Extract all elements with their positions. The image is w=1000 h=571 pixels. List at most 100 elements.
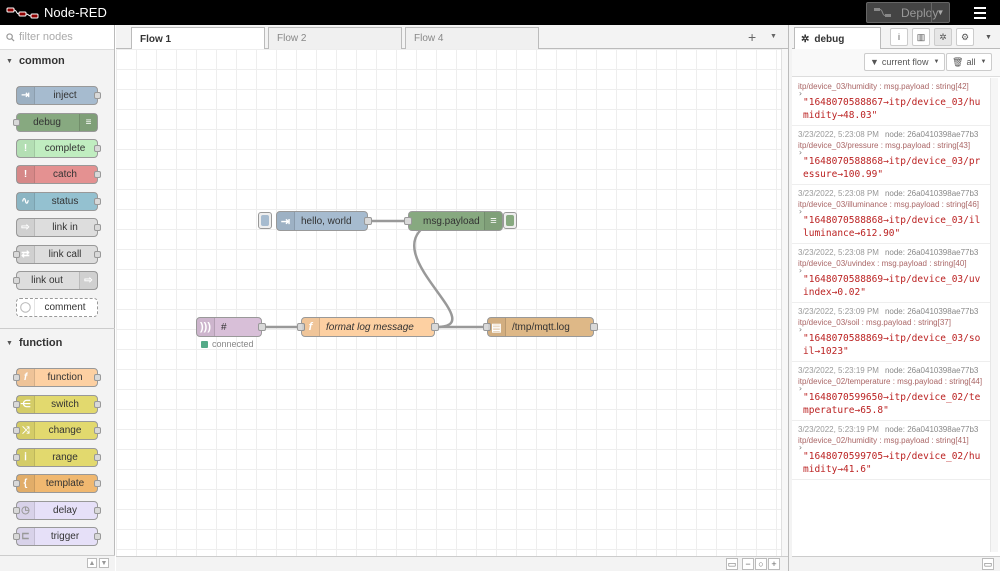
input-port <box>13 119 20 126</box>
input-port[interactable] <box>404 217 412 225</box>
output-port <box>94 454 101 461</box>
arrow-in-icon: ⇥ <box>17 87 35 104</box>
tab-flow-2[interactable]: Flow 2 <box>268 27 402 49</box>
debug-message[interactable]: itp/device_03/humidity : msg.payload : s… <box>792 78 990 126</box>
palette-node-change[interactable]: ⤨ change <box>13 421 101 440</box>
output-port <box>94 401 101 408</box>
input-port <box>13 427 20 434</box>
output-port[interactable] <box>258 323 266 331</box>
zoom-out-icon[interactable]: − <box>742 558 754 570</box>
output-port <box>94 198 101 205</box>
input-port <box>13 401 20 408</box>
palette-node-delay[interactable]: ◷ delay <box>13 501 101 520</box>
sidebar-menu-caret-icon[interactable]: ▼ <box>985 34 992 41</box>
debug-filter-select[interactable]: ▼ current flow ▼ <box>864 53 946 71</box>
info-icon[interactable]: i <box>890 28 908 46</box>
flow-list-caret-icon[interactable]: ▼ <box>770 33 777 40</box>
open-window-icon[interactable]: ▭ <box>982 558 994 570</box>
workspace-footer: ▭ − ○ + <box>116 556 788 571</box>
flow-node-file[interactable]: ▤ /tmp/mqtt.log <box>483 317 598 337</box>
category-divider <box>0 328 115 329</box>
output-port[interactable] <box>590 323 598 331</box>
input-port <box>13 251 20 258</box>
palette-node-function[interactable]: f function <box>13 368 101 387</box>
output-port <box>94 224 101 231</box>
palette-node-trigger[interactable]: ⊏ trigger <box>13 527 101 546</box>
palette-node-link-out[interactable]: link out ⇨ <box>13 271 98 290</box>
node-palette: filter nodes ▼ common ▼ function ⇥ injec… <box>0 25 115 571</box>
flow-node-mqtt-in[interactable]: ))) # <box>196 317 266 337</box>
debug-message[interactable]: 3/23/2022, 5:23:19 PM node: 26a0410398ae7… <box>792 421 990 480</box>
navigator-icon[interactable]: ▭ <box>726 558 738 570</box>
main-menu-button[interactable] <box>968 3 992 22</box>
debug-clear-select[interactable]: 🗑 all ▼ <box>946 53 993 71</box>
palette-node-inject[interactable]: ⇥ inject <box>16 86 101 105</box>
palette-node-debug[interactable]: debug ≡ <box>13 113 98 132</box>
alert-icon: ! <box>17 166 35 183</box>
palette-node-template[interactable]: { template <box>13 474 101 493</box>
category-label: common <box>18 55 65 67</box>
collapse-all-icon[interactable]: ▲ <box>87 558 97 568</box>
debug-message[interactable]: 3/23/2022, 5:23:08 PM node: 26a0410398ae7… <box>792 185 990 244</box>
link-out-icon: ⇨ <box>79 272 97 289</box>
input-port <box>13 277 20 284</box>
palette-node-comment[interactable]: ◯ comment <box>16 298 98 317</box>
output-port <box>94 145 101 152</box>
debug-scrollbar[interactable] <box>990 78 998 552</box>
output-port <box>94 374 101 381</box>
status-dot-icon <box>201 340 208 348</box>
tab-flow-4[interactable]: Flow 4 <box>405 27 539 49</box>
chevron-down-icon: ▼ <box>6 57 13 65</box>
debug-message[interactable]: 3/23/2022, 5:23:09 PM node: 26a0410398ae7… <box>792 303 990 362</box>
category-label: function <box>18 337 63 349</box>
palette-search-input[interactable]: filter nodes <box>0 25 114 50</box>
tab-flow-1[interactable]: Flow 1 <box>131 27 265 50</box>
wires <box>263 219 487 329</box>
chevron-down-icon: ▼ <box>933 59 940 65</box>
book-icon[interactable]: ▥ <box>912 28 930 46</box>
input-port <box>13 533 20 540</box>
link-in-icon: ⇨ <box>17 219 35 236</box>
inject-trigger-button[interactable] <box>258 212 272 229</box>
palette-node-status[interactable]: ∿ status <box>16 192 101 211</box>
palette-node-switch[interactable]: ⋲ switch <box>13 395 101 414</box>
debug-toolbar: ▼ current flow ▼ 🗑 all ▼ <box>792 49 1000 77</box>
palette-node-link-in[interactable]: ⇨ link in <box>16 218 101 237</box>
tab-debug[interactable]: ✲ debug <box>794 27 881 50</box>
bug-tab-icon[interactable]: ✲ <box>934 28 952 46</box>
zoom-in-icon[interactable]: + <box>768 558 780 570</box>
palette-node-complete[interactable]: ! complete <box>16 139 101 158</box>
palette-node-catch[interactable]: ! catch <box>16 165 101 184</box>
search-icon <box>6 32 15 42</box>
category-function-header[interactable]: ▼ function <box>0 332 114 354</box>
zoom-reset-icon[interactable]: ○ <box>755 558 767 570</box>
deploy-button[interactable]: Deploy ▼ <box>866 2 950 23</box>
flow-node-function[interactable]: f format log message <box>297 317 439 337</box>
function-icon: f <box>302 318 320 336</box>
sidebar-tabs: ✲ debug i ▥ ✲ ⚙ ▼ <box>792 25 1000 50</box>
flow-node-inject[interactable]: ⇥ hello, world <box>276 211 372 231</box>
palette-node-range[interactable]: ⅰ range <box>13 448 101 467</box>
gear-icon[interactable]: ⚙ <box>956 28 974 46</box>
flow-node-debug[interactable]: msg.payload ≡ <box>404 211 503 231</box>
debug-message[interactable]: 3/23/2022, 5:23:08 PM node: 26a0410398ae7… <box>792 244 990 303</box>
add-flow-icon[interactable]: + <box>748 29 756 45</box>
list-icon: ≡ <box>79 114 97 131</box>
workspace-tabs: Flow 1 Flow 2 Flow 4 <box>116 25 788 50</box>
output-port[interactable] <box>364 217 372 225</box>
palette-node-link-call[interactable]: ⇄ link call <box>13 245 101 264</box>
output-port[interactable] <box>431 323 439 331</box>
output-port <box>94 507 101 514</box>
debug-message[interactable]: 3/23/2022, 5:23:19 PM node: 26a0410398ae7… <box>792 362 990 421</box>
category-common-header[interactable]: ▼ common <box>0 50 114 72</box>
deploy-menu-caret-icon[interactable]: ▼ <box>931 3 949 22</box>
deploy-icon <box>874 7 891 17</box>
flow-canvas[interactable]: ⇥ hello, world msg.payload ≡ ))) # conne… <box>116 49 788 556</box>
filter-icon: ▼ <box>870 57 879 67</box>
debug-message[interactable]: 3/23/2022, 5:23:08 PM node: 26a0410398ae7… <box>792 126 990 185</box>
chevron-down-icon: ▼ <box>980 59 987 65</box>
sidebar-footer: ▭ <box>792 556 1000 571</box>
expand-all-icon[interactable]: ▼ <box>99 558 109 568</box>
canvas-scrollbar[interactable] <box>781 49 788 556</box>
debug-toggle-button[interactable] <box>503 212 517 229</box>
